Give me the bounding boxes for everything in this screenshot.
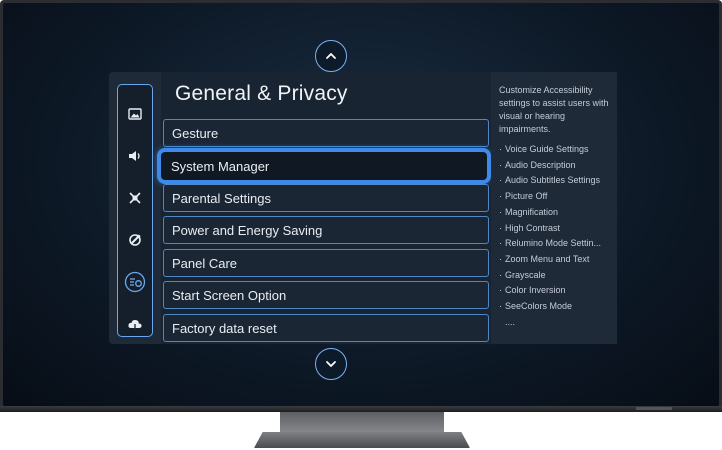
menu-item-label: Power and Energy Saving xyxy=(172,222,323,238)
info-list-item: · SeeColors Mode xyxy=(499,301,573,312)
cloud-icon xyxy=(128,319,142,330)
info-list-item: · High Contrast xyxy=(499,222,561,233)
info-list-item: · Magnification xyxy=(499,206,559,217)
menu-item-system-manager[interactable]: System Manager xyxy=(157,148,491,184)
sidebar-item-connection[interactable] xyxy=(118,186,152,210)
menu-item-label: Panel Care xyxy=(172,255,238,271)
page: General & Privacy Gesture System Manager… xyxy=(0,0,722,450)
sidebar-item-support[interactable] xyxy=(118,228,152,252)
sound-icon xyxy=(129,151,140,161)
tv-stand-neck xyxy=(280,412,444,434)
menu-item-label: Factory data reset xyxy=(172,320,277,336)
settings-sidebar xyxy=(117,84,153,337)
info-list-item: .... xyxy=(505,316,516,327)
menu-item-factory-data-reset[interactable]: Factory data reset xyxy=(163,314,489,342)
info-description: Customize Accessibility settings to assi… xyxy=(499,85,609,134)
menu-item-power-energy-saving[interactable]: Power and Energy Saving xyxy=(163,216,489,244)
info-panel: Customize Accessibility settings to assi… xyxy=(491,72,617,344)
info-list-item: · Audio Description xyxy=(499,159,576,170)
info-list-item: · Relumino Mode Settin... xyxy=(499,238,602,249)
tv-screen: General & Privacy Gesture System Manager… xyxy=(3,3,719,406)
menu-item-label: Gesture xyxy=(172,125,219,141)
info-list-item: · Grayscale xyxy=(499,269,546,280)
menu-item-gesture[interactable]: Gesture xyxy=(163,119,489,147)
general-privacy-icon xyxy=(124,271,146,293)
sidebar-item-sound[interactable] xyxy=(118,144,152,168)
menu-item-parental-settings[interactable]: Parental Settings xyxy=(163,184,489,212)
info-list-item: · Voice Guide Settings xyxy=(499,144,589,154)
sidebar-item-general-privacy[interactable] xyxy=(118,270,152,294)
support-icon xyxy=(129,234,141,246)
scroll-up-button[interactable] xyxy=(315,40,347,72)
menu-item-panel-care[interactable]: Panel Care xyxy=(163,249,489,277)
tv-sensor xyxy=(636,407,672,410)
menu-item-label: Parental Settings xyxy=(172,190,272,206)
connection-icon xyxy=(129,192,141,204)
picture-icon xyxy=(128,108,142,120)
info-list-item: · Picture Off xyxy=(499,191,548,202)
scroll-down-button[interactable] xyxy=(315,348,347,380)
tv-frame: General & Privacy Gesture System Manager… xyxy=(0,0,722,410)
sidebar-item-cloud[interactable] xyxy=(118,312,152,336)
menu-item-start-screen-option[interactable]: Start Screen Option xyxy=(163,281,489,309)
sidebar-item-picture[interactable] xyxy=(118,102,152,126)
menu-item-label: Start Screen Option xyxy=(172,287,287,303)
menu-item-label: System Manager xyxy=(171,158,270,174)
settings-panel: General & Privacy Gesture System Manager… xyxy=(109,72,617,344)
chevron-down-icon xyxy=(326,361,336,367)
info-list-item: · Audio Subtitles Settings xyxy=(499,175,601,186)
info-list-item: · Color Inversion xyxy=(499,285,566,296)
info-list-item: · Zoom Menu and Text xyxy=(499,253,590,264)
chevron-up-icon xyxy=(326,53,336,59)
menu-title: General & Privacy xyxy=(175,82,348,105)
tv-stand-base xyxy=(254,432,470,448)
info-list: · Voice Guide Settings · Audio Description… xyxy=(499,142,611,330)
